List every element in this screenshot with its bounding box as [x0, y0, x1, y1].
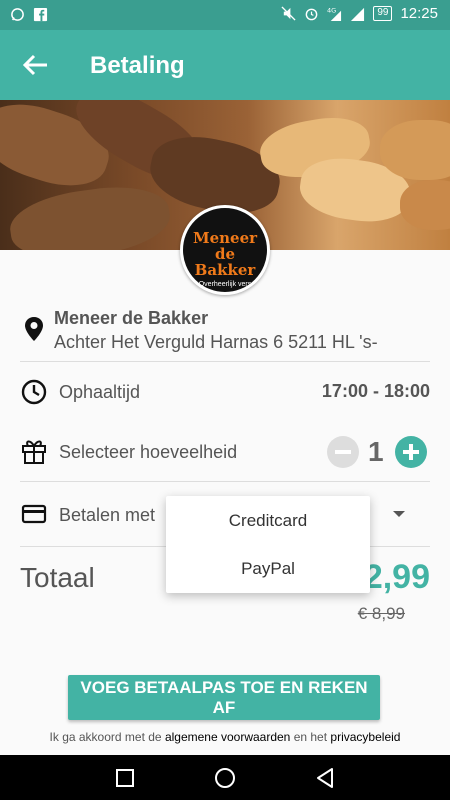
store-address: Achter Het Verguld Harnas 6 5211 HL 's- [54, 332, 378, 352]
logo-tagline: Overheerlijk vers [198, 281, 252, 288]
clock-icon [21, 379, 47, 405]
terms-text: Ik ga akkoord met de algemene voorwaarde… [0, 730, 450, 744]
alarm-icon [305, 8, 318, 21]
option-paypal[interactable]: PayPal [166, 545, 370, 593]
location-pin-icon [25, 317, 43, 341]
original-price: € 8,99 [357, 604, 405, 623]
arrow-left-icon[interactable] [20, 52, 50, 78]
terms-link[interactable]: algemene voorwaarden [165, 730, 290, 744]
svg-text:4G: 4G [327, 7, 336, 15]
option-creditcard[interactable]: Creditcard [166, 497, 370, 545]
total-price: 2,99 [363, 558, 430, 596]
status-time: 12:25 [400, 5, 438, 22]
divider [20, 481, 430, 482]
battery-indicator: 99 [373, 6, 393, 21]
system-nav-bar [0, 755, 450, 800]
credit-card-icon [21, 504, 47, 524]
whatsapp-icon [11, 8, 24, 21]
divider [20, 361, 430, 362]
quantity-value: 1 [368, 436, 384, 467]
payment-label: Betalen met [59, 505, 156, 525]
quantity-label: Selecteer hoeveelheid [59, 442, 238, 462]
logo-name-line1: Meneer [192, 229, 258, 247]
terms-middle: en het [293, 730, 328, 744]
signal-icon [351, 7, 365, 21]
pickup-label: Ophaaltijd [59, 382, 141, 402]
privacy-link[interactable]: privacybeleid [330, 730, 400, 744]
mute-icon [281, 6, 296, 21]
pickup-time: 17:00 - 18:00 [321, 381, 430, 401]
add-card-and-checkout-button[interactable]: VOEG BETAALPAS TOE EN REKEN AF [68, 675, 380, 720]
increase-quantity-button[interactable] [395, 436, 427, 468]
recent-apps-icon[interactable] [113, 766, 137, 790]
facebook-icon [33, 7, 48, 22]
status-bar: 4G 99 12:25 [0, 0, 450, 30]
signal-4g-icon: 4G [327, 7, 342, 21]
gift-icon [22, 440, 46, 464]
terms-prefix: Ik ga akkoord met de [49, 730, 162, 744]
app-bar: Betaling [0, 30, 450, 100]
decrease-quantity-button[interactable] [327, 436, 359, 468]
back-triangle-icon[interactable] [313, 766, 337, 790]
status-left-icons [10, 7, 48, 22]
store-logo: Meneer de Bakker Overheerlijk vers [180, 205, 270, 295]
page-title: Betaling [90, 52, 185, 79]
payment-method-dropdown: Creditcard PayPal [166, 496, 370, 593]
store-name: Meneer de Bakker [54, 308, 209, 328]
status-right-icons: 4G 99 12:25 [281, 5, 438, 22]
chevron-down-icon[interactable] [393, 511, 405, 517]
logo-name-line2: de Bakker [194, 245, 256, 279]
home-icon[interactable] [213, 766, 237, 790]
total-label: Totaal [20, 562, 95, 593]
